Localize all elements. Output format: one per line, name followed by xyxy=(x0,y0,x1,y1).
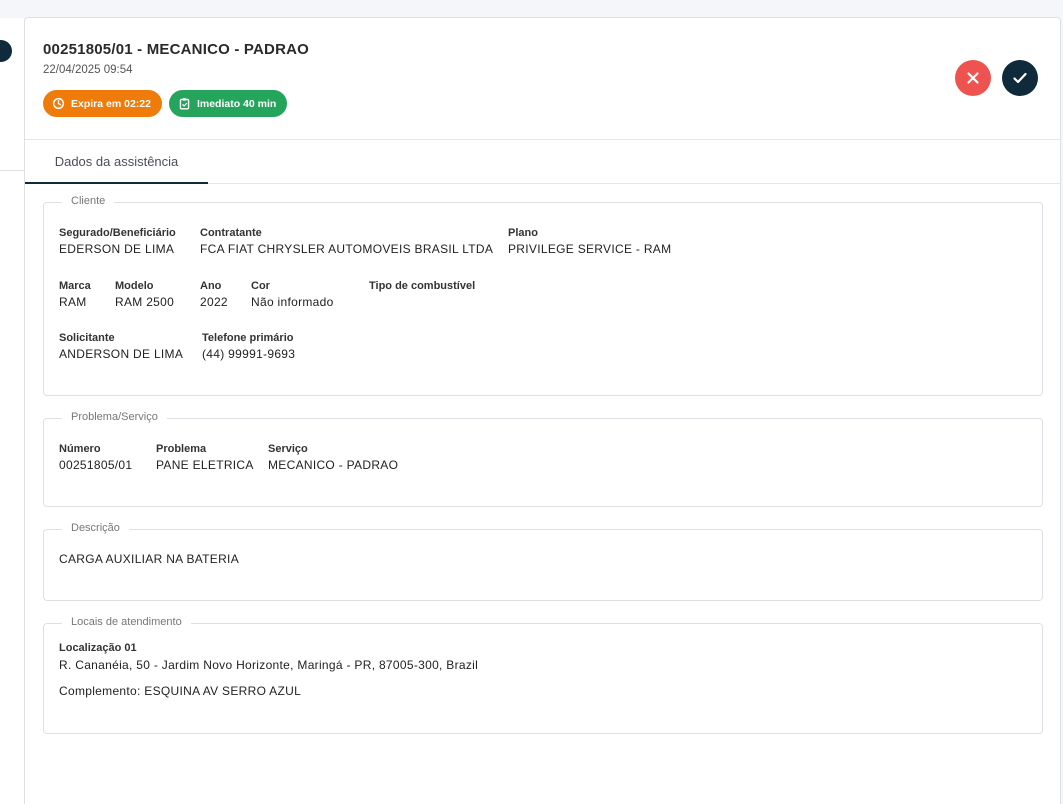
field-value: FCA FIAT CHRYSLER AUTOMOVEIS BRASIL LTDA xyxy=(200,242,494,256)
descricao-legend: Descrição xyxy=(62,522,129,534)
field-marca: Marca RAM xyxy=(59,280,91,309)
close-icon xyxy=(964,69,982,87)
field-label: Número xyxy=(59,443,101,455)
field-solicitante: Solicitante ANDERSON DE LIMA xyxy=(59,332,183,361)
field-value: 2022 xyxy=(200,295,228,309)
cancel-button[interactable] xyxy=(955,60,991,96)
field-value: Não informado xyxy=(251,295,334,309)
field-label: Contratante xyxy=(200,227,262,239)
field-numero: Número 00251805/01 xyxy=(59,443,132,472)
field-value: (44) 99991-9693 xyxy=(202,347,296,361)
field-label: Segurado/Beneficiário xyxy=(59,227,176,239)
immediate-badge-label: Imediato 40 min xyxy=(196,97,277,110)
field-modelo: Modelo RAM 2500 xyxy=(115,280,174,309)
field-value: EDERSON DE LIMA xyxy=(59,242,175,256)
status-badges: Expira em 02:22 Imediato 40 min xyxy=(43,90,288,117)
field-label: Ano xyxy=(200,280,222,292)
field-telefone-primario: Telefone primário (44) 99991-9693 xyxy=(202,332,295,361)
descricao-text: CARGA AUXILIAR NA BATERIA xyxy=(59,552,239,566)
field-label: Marca xyxy=(59,280,91,292)
field-contratante: Contratante FCA FIAT CHRYSLER AUTOMOVEIS… xyxy=(200,227,493,256)
field-label: Problema xyxy=(156,443,207,455)
problema-legend: Problema/Serviço xyxy=(62,411,167,423)
left-panel-edge xyxy=(0,18,24,804)
field-problema: Problema PANE ELETRICA xyxy=(156,443,254,472)
immediate-badge: Imediato 40 min xyxy=(168,90,288,117)
field-plano: Plano PRIVILEGE SERVICE - RAM xyxy=(508,227,671,256)
left-panel-divider xyxy=(0,170,24,171)
cliente-legend: Cliente xyxy=(62,195,115,207)
locais-legend: Locais de atendimento xyxy=(62,616,191,628)
location-title: Localização 01 xyxy=(59,642,137,654)
field-cor: Cor Não informado xyxy=(251,280,334,309)
problema-servico-section: Problema/Serviço Número 00251805/01 Prob… xyxy=(43,411,1043,507)
descricao-section: Descrição CARGA AUXILIAR NA BATERIA xyxy=(43,522,1043,601)
clipboard-icon xyxy=(178,97,191,110)
field-label: Solicitante xyxy=(59,332,115,344)
tab-dados-da-assistencia[interactable]: Dados da assistência xyxy=(25,140,208,184)
location-address: R. Cananéia, 50 - Jardim Novo Horizonte,… xyxy=(59,658,479,672)
field-label: Serviço xyxy=(268,443,308,455)
field-label: Tipo de combustível xyxy=(369,280,476,292)
check-icon xyxy=(1011,69,1029,87)
field-servico: Serviço MECANICO - PADRAO xyxy=(268,443,398,472)
cliente-section: Cliente Segurado/Beneficiário EDERSON DE… xyxy=(43,195,1043,396)
field-value: MECANICO - PADRAO xyxy=(268,458,399,472)
field-segurado: Segurado/Beneficiário EDERSON DE LIMA xyxy=(59,227,176,256)
expires-badge-label: Expira em 02:22 xyxy=(71,97,151,110)
field-tipo-combustivel: Tipo de combustível xyxy=(369,280,475,295)
field-label: Cor xyxy=(251,280,270,292)
assistance-datetime: 22/04/2025 09:54 xyxy=(43,64,133,76)
assistance-header: 00251805/01 - MECANICO - PADRAO 22/04/20… xyxy=(25,18,1060,140)
field-value: RAM 2500 xyxy=(115,295,175,309)
field-value: PANE ELETRICA xyxy=(156,458,254,472)
left-panel-avatar xyxy=(0,40,12,62)
locais-atendimento-section: Locais de atendimento Localização 01 R. … xyxy=(43,616,1043,734)
field-label: Telefone primário xyxy=(202,332,294,344)
confirm-button[interactable] xyxy=(1002,60,1038,96)
tab-bar: Dados da assistência xyxy=(25,140,1060,184)
location-complemento: Complemento: ESQUINA AV SERRO AZUL xyxy=(59,684,302,698)
field-label: Plano xyxy=(508,227,538,239)
assistance-detail-panel: 00251805/01 - MECANICO - PADRAO 22/04/20… xyxy=(24,17,1061,804)
field-value: PRIVILEGE SERVICE - RAM xyxy=(508,242,672,256)
field-value: RAM xyxy=(59,295,87,309)
field-ano: Ano 2022 xyxy=(200,280,228,309)
field-label: Modelo xyxy=(115,280,154,292)
clock-icon xyxy=(52,97,65,110)
field-value: 00251805/01 xyxy=(59,458,133,472)
header-actions xyxy=(955,60,1038,96)
expires-badge: Expira em 02:22 xyxy=(43,90,162,117)
assistance-title: 00251805/01 - MECANICO - PADRAO xyxy=(43,41,310,58)
field-value: ANDERSON DE LIMA xyxy=(59,347,184,361)
